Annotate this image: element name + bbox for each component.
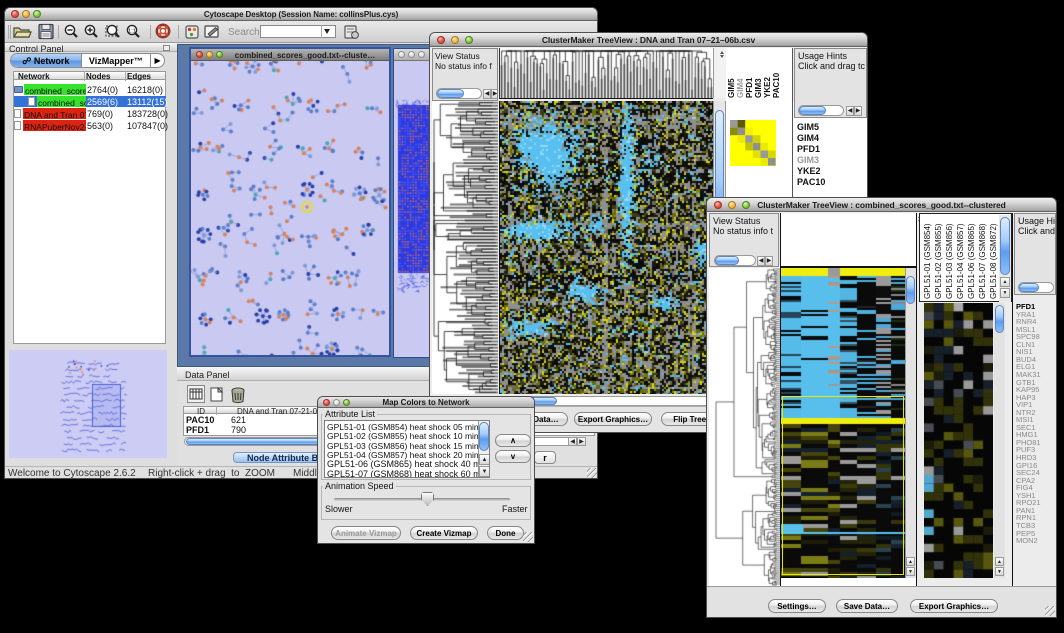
svg-text:1:1: 1:1 (128, 28, 136, 34)
